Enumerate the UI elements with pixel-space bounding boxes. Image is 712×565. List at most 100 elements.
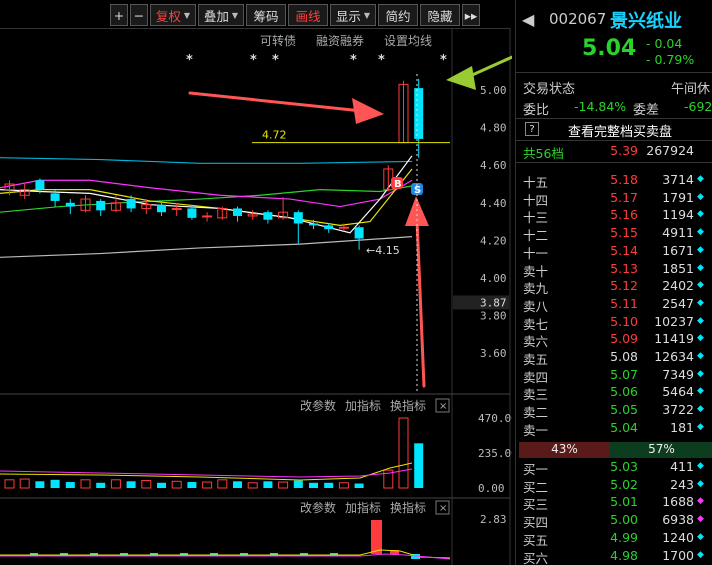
levels-price: 5.39 [610,143,638,158]
diamond-icon: ◆ [697,315,704,326]
toolbar-button-2[interactable]: 复权 ▼ [150,4,196,26]
candle-body [171,207,182,210]
volume-bar [293,480,303,488]
candle-body [293,212,303,224]
macd-panel-close-icon: × [439,503,447,514]
volume-bar [126,481,136,488]
kline-chart-panel[interactable]: 可转债 融资融券 设置均线 5.00 4.80 4.60 4.40 4.20 4.00 3.… [0,28,512,565]
level-volume: 11419 [654,331,694,347]
level-volume: 1791 [662,189,694,205]
volume-bar [171,480,182,489]
level-label: 十三 [523,210,549,226]
ask-level-row[interactable]: 卖一 5.04 181 ◆ [516,420,712,438]
toolbar-button-4[interactable]: 筹码 [246,4,286,26]
ask-level-row[interactable]: 十一 5.14 1671 ◆ [516,243,712,261]
level-price: 5.00 [610,512,638,528]
volume-bar [354,483,364,488]
ask-level-row[interactable]: 卖九 5.12 2402 ◆ [516,278,712,296]
volume-bar [80,479,91,489]
level-volume: 4911 [662,225,694,241]
toolbar-button-3[interactable]: 叠加 ▼ [198,4,244,26]
toolbar-button-5[interactable]: 画线 [288,4,328,26]
full-order-book-link[interactable]: 查看完整档买卖盘 [568,121,672,140]
toolbar-button-7[interactable]: 简约 [378,4,418,26]
ask-level-row[interactable]: 卖六 5.09 11419 ◆ [516,331,712,349]
bid-level-row[interactable]: 买二 5.02 243 ◆ [516,477,712,495]
back-icon[interactable]: ◀ [522,10,534,29]
ask-level-row[interactable]: 十二 5.15 4911 ◆ [516,225,712,243]
stock-code: 002067 [549,10,607,28]
diamond-icon: ◆ [697,404,704,415]
level-price: 4.99 [610,529,638,545]
candle-body [96,200,106,211]
ask-level-row[interactable]: 十四 5.17 1791 ◆ [516,190,712,208]
level-label: 十五 [523,175,549,190]
level-label: 买二 [523,479,549,495]
volume-axis-label: 0.00 [478,482,505,495]
level-label: 卖三 [523,387,549,403]
price-axis-label: 4.60 [480,159,507,172]
more-tools-icon[interactable]: ▸▸ [462,4,480,26]
ask-level-row[interactable]: 卖三 5.06 5464 ◆ [516,384,712,402]
diamond-icon: ◆ [697,478,704,489]
candle-body [65,202,75,207]
diamond-icon: ◆ [697,549,704,560]
volume-ma-line [0,462,413,481]
level-label: 卖六 [523,334,549,350]
level-label: 买五 [523,532,549,548]
level-label: 卖二 [523,405,549,421]
ask-level-row[interactable]: 卖八 5.11 2547 ◆ [516,296,712,314]
level-volume: 2547 [662,295,694,311]
ma-line [0,179,413,208]
price-axis-label: 3.60 [480,347,507,360]
price-axis-label: 3.80 [480,310,507,323]
level-volume: 1671 [662,242,694,258]
volume-bar [65,482,75,488]
level-price: 5.12 [610,278,638,294]
level-price: 5.14 [610,242,638,258]
level-label: 十一 [523,245,549,261]
help-icon[interactable]: ? [525,122,539,136]
level-label: 十二 [523,228,549,244]
buy-ratio-bar: 43% [519,442,610,458]
order-diff-label: 委差 [633,103,660,118]
candle-body [338,226,349,229]
level-volume: 1240 [662,529,694,545]
bid-level-row[interactable]: 买五 4.99 1240 ◆ [516,530,712,548]
ask-level-row[interactable]: 十三 5.16 1194 ◆ [516,207,712,225]
bid-level-row[interactable]: 买六 4.98 1700 ◆ [516,548,712,565]
toolbar-button-0[interactable]: + [110,4,128,26]
sell-ratio-bar: 57% [610,442,712,458]
ma-line [0,236,413,258]
ask-level-row[interactable]: 卖十 5.13 1851 ◆ [516,261,712,279]
ask-level-row[interactable]: 卖五 5.08 12634 ◆ [516,349,712,367]
trade-status-label: 交易状态 [523,82,576,97]
order-diff-value: -692 [684,99,712,114]
level-price: 5.09 [610,331,638,347]
candle-body [35,180,45,190]
ask-level-row[interactable]: 卖四 5.07 7349 ◆ [516,367,712,385]
bid-level-row[interactable]: 买一 5.03 411 ◆ [516,459,712,477]
ask-level-row[interactable]: 卖七 5.10 10237 ◆ [516,314,712,332]
macd-panel-link: 换指标 [390,500,426,515]
toolbar-button-label: 复权 [155,8,181,24]
toolbar-button-8[interactable]: 隐藏 [420,4,460,26]
level-volume: 10237 [654,313,694,329]
volume-bar [414,443,424,488]
volume-bar [4,479,15,489]
volume-bar [398,417,409,489]
toolbar-button-6[interactable]: 显示 ▼ [330,4,376,26]
diamond-icon: ◆ [697,280,704,291]
toolbar-button-label: 叠加 [203,8,229,24]
toolbar-button-label: − [133,7,145,23]
candle-body [233,208,242,216]
level-label: 买一 [523,462,549,477]
ask-level-row[interactable]: 卖二 5.05 3722 ◆ [516,402,712,420]
bid-level-row[interactable]: 买三 5.01 1688 ◆ [516,494,712,512]
bid-level-row[interactable]: 买四 5.00 6938 ◆ [516,512,712,530]
macd-axis-label: 2.83 [480,513,507,526]
ask-level-row[interactable]: 十五 5.18 3714 ◆ [516,172,712,190]
level-volume: 12634 [654,349,694,364]
toolbar-button-1[interactable]: − [130,4,148,26]
diamond-icon: ◆ [697,174,704,184]
